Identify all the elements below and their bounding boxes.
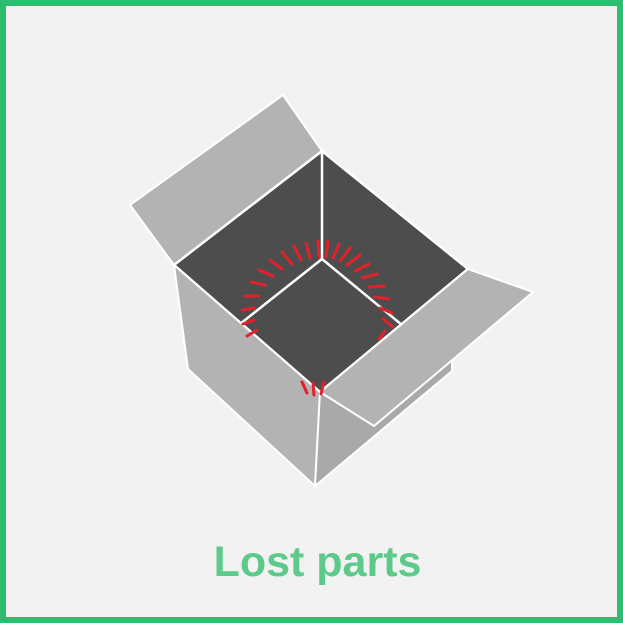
lost-parts-card: Lost parts: [0, 0, 623, 623]
caption-title: Lost parts: [213, 538, 422, 586]
